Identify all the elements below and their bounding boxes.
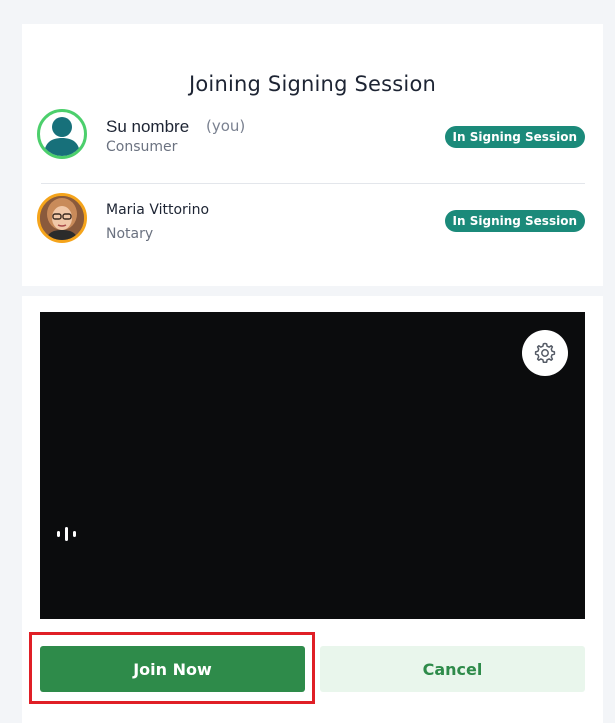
status-badge: In Signing Session (444, 126, 585, 148)
video-settings-button[interactable] (522, 330, 568, 376)
status-badge: In Signing Session (444, 210, 585, 232)
page-title: Joining Signing Session (188, 72, 436, 96)
you-tag: (you) (206, 117, 246, 135)
participant-name: Maria Vittorino (106, 202, 210, 218)
avatar (37, 193, 87, 243)
participant-row-notary: Maria Vittorino Notary In Signing Sessio… (37, 192, 585, 252)
participant-name: Su nombre (106, 117, 190, 136)
participant-row-consumer: Su nombre (you) Consumer In Signing Sess… (37, 108, 585, 168)
avatar (37, 109, 87, 159)
gear-icon (534, 342, 556, 363)
participants-card: Joining Signing Session Su nombre (you) … (22, 24, 603, 286)
join-now-button[interactable]: Join Now (40, 646, 305, 692)
participant-role: Notary (106, 226, 154, 242)
person-silhouette-icon (44, 117, 80, 156)
participant-role: Consumer (106, 139, 178, 155)
cancel-button[interactable]: Cancel (320, 646, 585, 692)
video-preview (40, 312, 585, 619)
notary-photo (40, 196, 84, 240)
divider (41, 183, 585, 184)
audio-level-icon (57, 527, 76, 541)
